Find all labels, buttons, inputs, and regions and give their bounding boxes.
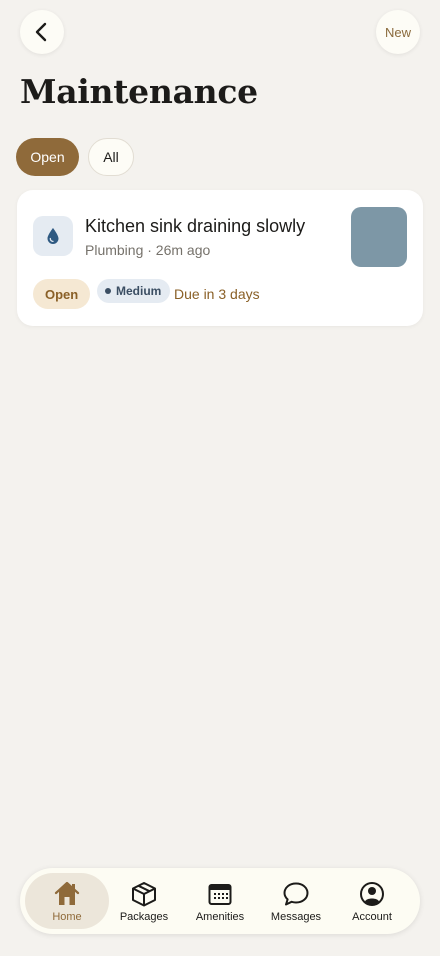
tab-packages[interactable]: Packages [102,873,186,929]
bottom-tab-bar: Home Packages Amenities Messages Account [20,868,420,934]
filter-chips: Open All [16,138,134,176]
chevron-left-icon [35,22,47,42]
request-title: Kitchen sink draining slowly [85,216,306,236]
request-photo-thumbnail[interactable] [351,207,407,267]
chat-bubble-icon [282,880,310,908]
page-title: Maintenance [20,72,258,111]
maintenance-request-card[interactable]: Kitchen sink draining slowly Plumbing · … [17,190,423,326]
calendar-icon [206,880,234,908]
water-drop-icon [47,228,59,244]
due-date-text: Due in 3 days [174,286,260,302]
new-request-button[interactable]: New [376,10,420,54]
tab-amenities[interactable]: Amenities [178,873,262,929]
status-badge: Open [33,279,91,309]
package-icon [130,880,158,908]
tab-messages[interactable]: Messages [254,873,338,929]
tab-amenities-label: Amenities [195,911,245,923]
priority-label: Medium [116,284,162,298]
tab-messages-label: Messages [270,911,322,923]
back-button[interactable] [20,10,64,54]
tab-packages-label: Packages [119,911,169,923]
priority-dot-icon [105,288,111,294]
priority-badge: Medium [97,279,171,303]
tab-account-label: Account [352,911,392,923]
tab-home-label: Home [52,911,82,923]
filter-all-chip[interactable]: All [88,138,134,176]
tab-home[interactable]: Home [25,873,109,929]
user-circle-icon [358,880,386,908]
request-meta: Plumbing · 26m ago [85,242,211,258]
home-icon [53,880,81,908]
category-icon-tile [33,216,73,256]
filter-open-chip[interactable]: Open [16,138,79,176]
tab-account[interactable]: Account [330,873,414,929]
